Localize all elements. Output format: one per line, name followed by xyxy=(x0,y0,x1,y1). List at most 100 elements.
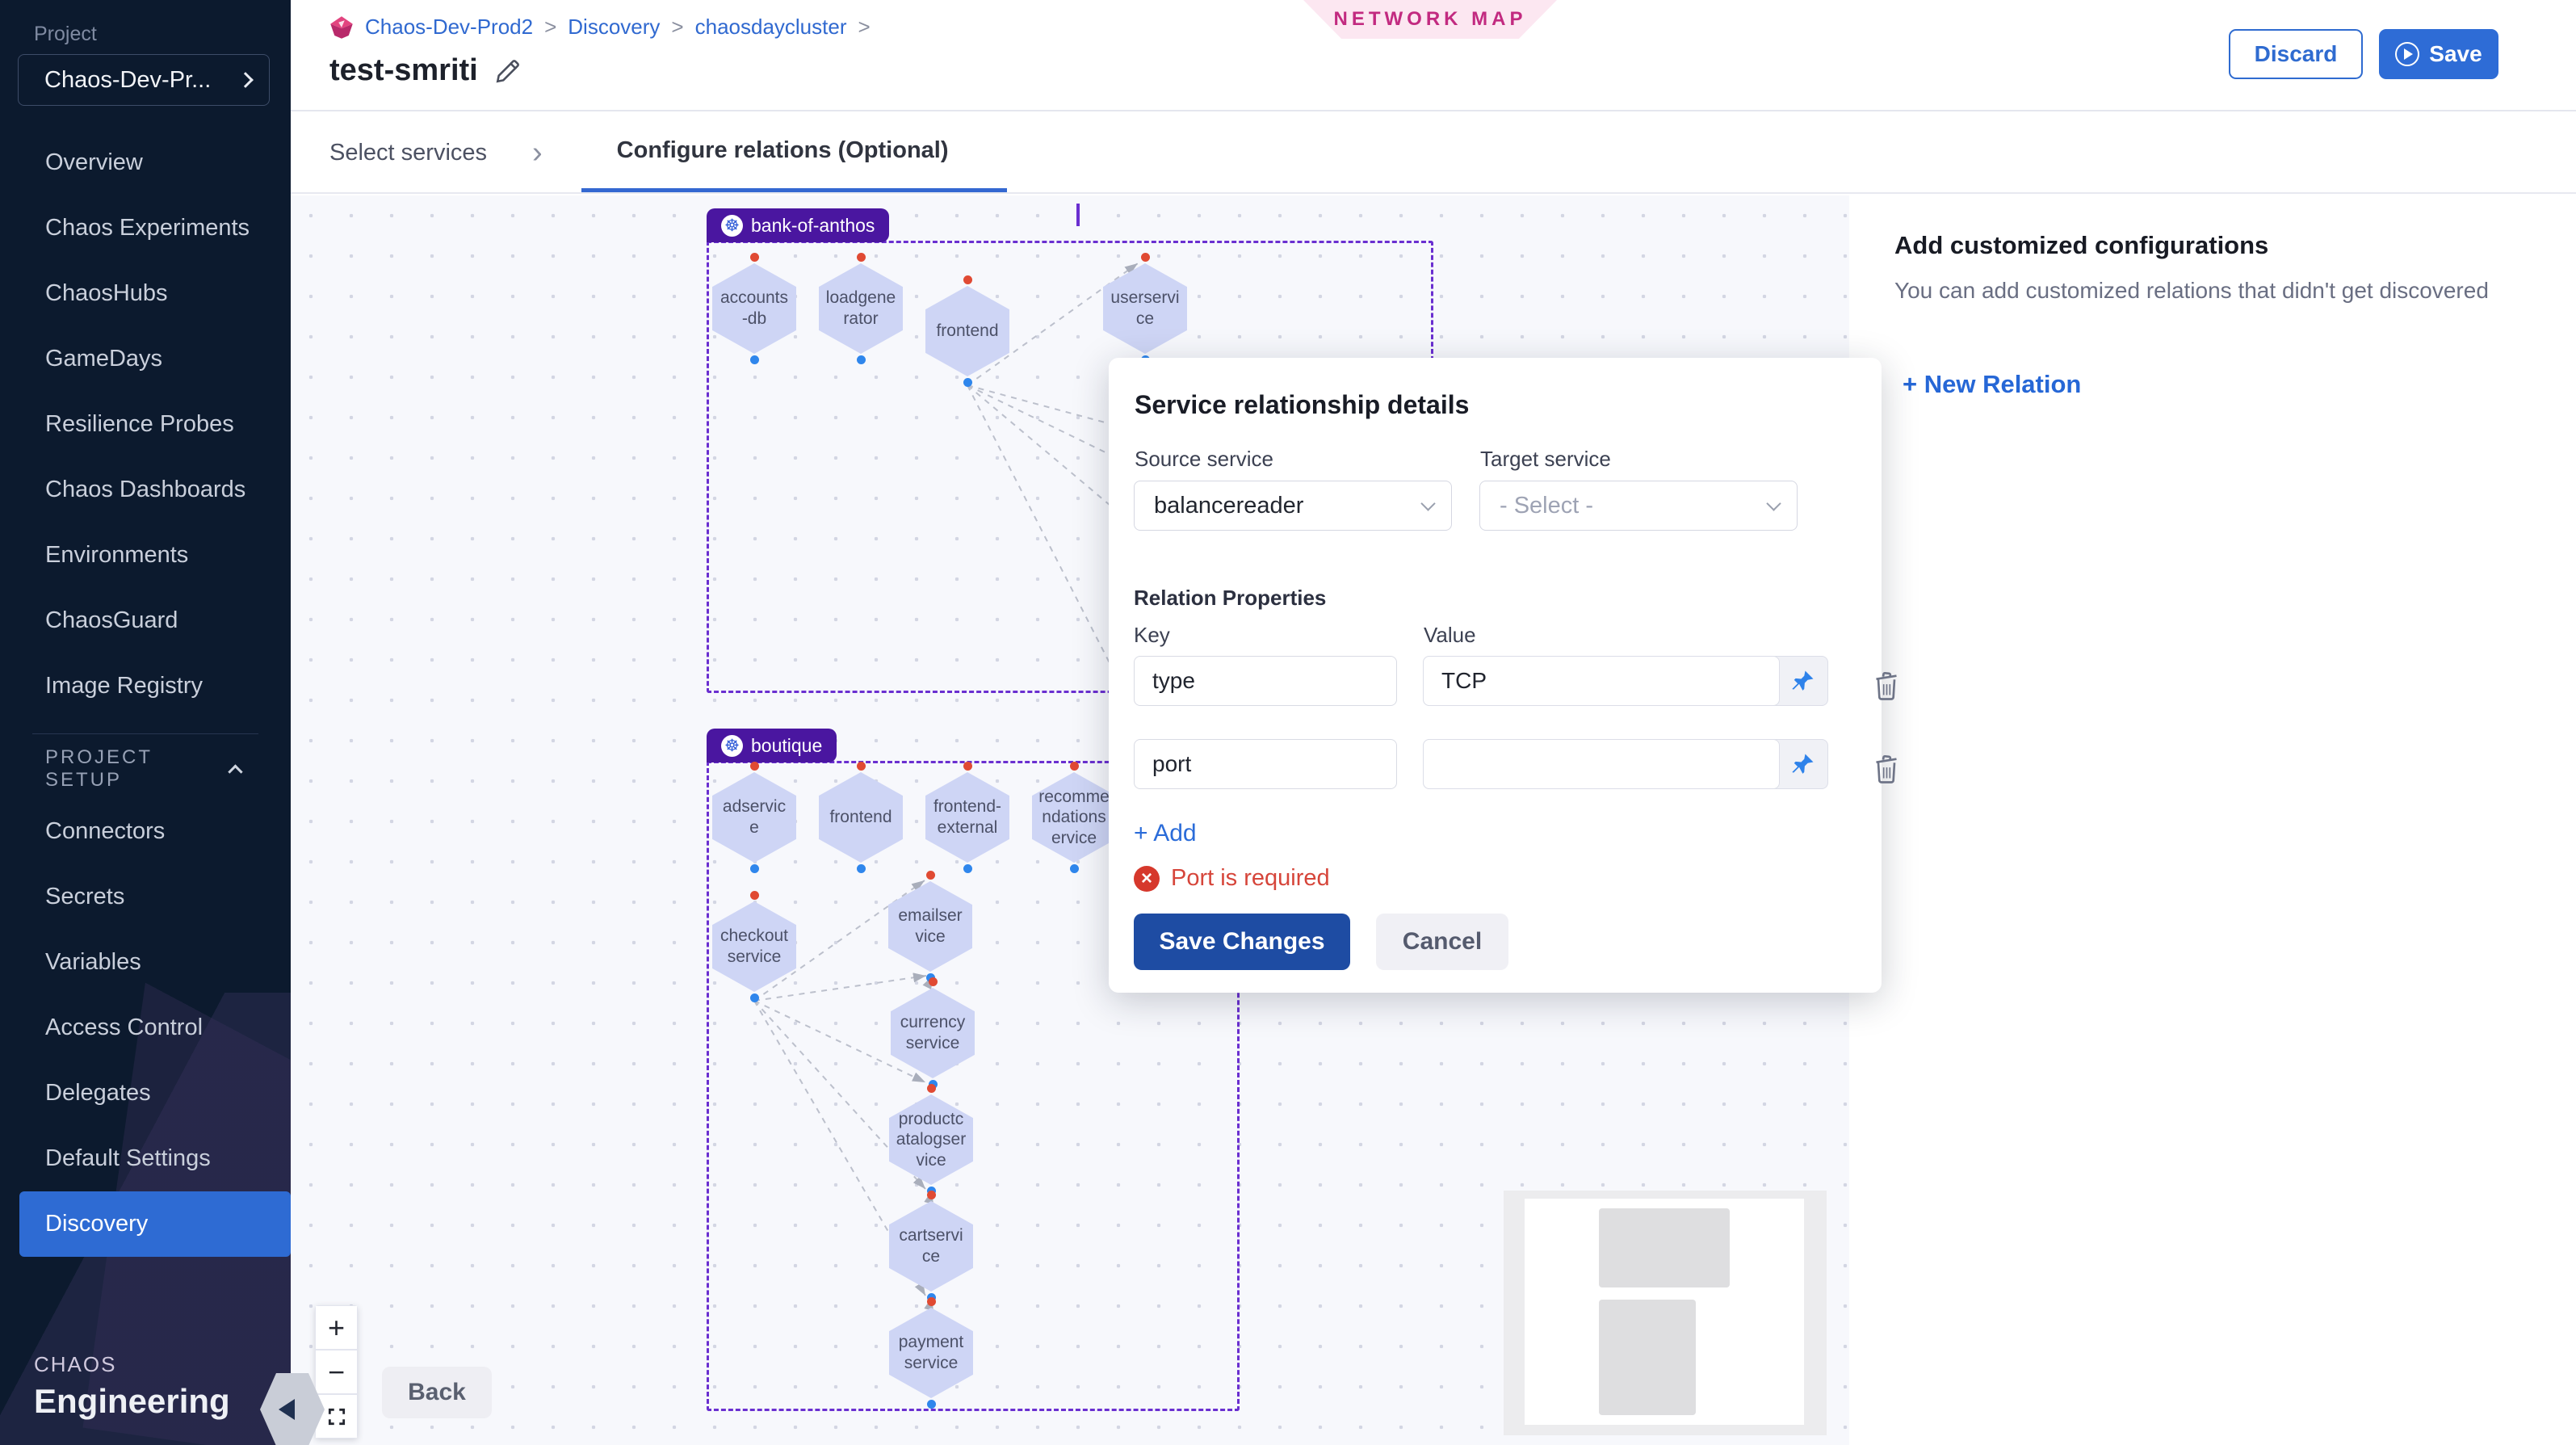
service-node-label: adservice xyxy=(719,796,790,838)
service-node-emailservice[interactable]: emailservice xyxy=(888,881,972,972)
sidebar-item-gamedays[interactable]: GameDays xyxy=(19,326,287,392)
cancel-button[interactable]: Cancel xyxy=(1376,914,1508,970)
sidebar: Project Chaos-Dev-Pr... Overview Chaos E… xyxy=(0,0,291,1445)
relation-value-input[interactable] xyxy=(1423,739,1780,789)
sidebar-item-image-registry[interactable]: Image Registry xyxy=(19,653,287,719)
key-column-label: Key xyxy=(1134,623,1170,648)
service-node-currencyservice[interactable]: currencyservice xyxy=(891,988,975,1078)
minimap-viewport xyxy=(1525,1199,1804,1425)
service-node-productcatalogservice[interactable]: productcatalogservice xyxy=(889,1094,973,1185)
canvas-artifact-tick xyxy=(1076,204,1080,226)
sidebar-item-variables[interactable]: Variables xyxy=(19,930,287,995)
service-node-userservice[interactable]: userservice xyxy=(1103,263,1187,354)
service-node-label: loadgenerator xyxy=(825,288,896,329)
project-selector[interactable]: Chaos-Dev-Pr... xyxy=(18,54,270,106)
breadcrumb-separator: > xyxy=(544,15,556,40)
service-node-accounts-db[interactable]: accounts-db xyxy=(712,263,796,354)
project-name: Chaos-Dev-Pr... xyxy=(44,67,211,94)
service-node-cartservice[interactable]: cartservice xyxy=(889,1201,973,1292)
service-node-loadgenerator[interactable]: loadgenerator xyxy=(819,263,903,354)
app-root: Project Chaos-Dev-Pr... Overview Chaos E… xyxy=(0,0,2576,1445)
egress-port-dot xyxy=(857,864,866,873)
service-node-label: currencyservice xyxy=(897,1012,968,1053)
service-node-recommendationservice[interactable]: recommendationservice xyxy=(1032,772,1116,863)
pin-icon[interactable] xyxy=(1779,740,1827,788)
wizard-tabbar: Select services › Configure relations (O… xyxy=(291,113,2576,194)
sidebar-item-secrets[interactable]: Secrets xyxy=(19,864,287,930)
source-service-select[interactable]: balancereader xyxy=(1134,481,1452,531)
target-service-label: Target service xyxy=(1480,447,1611,472)
relation-key-input[interactable] xyxy=(1134,739,1397,789)
save-button[interactable]: Save xyxy=(2379,29,2498,79)
service-node-label: productcatalogservice xyxy=(896,1109,967,1171)
service-node-paymentservice[interactable]: paymentservice xyxy=(889,1308,973,1398)
service-node-frontend-boutique[interactable]: frontend xyxy=(819,772,903,863)
breadcrumb-discovery[interactable]: Discovery xyxy=(568,15,660,40)
error-icon: × xyxy=(1134,866,1160,892)
pin-icon[interactable] xyxy=(1779,657,1827,704)
save-changes-button[interactable]: Save Changes xyxy=(1134,914,1350,970)
source-service-value: balancereader xyxy=(1154,493,1303,519)
kubernetes-icon: ☸ xyxy=(721,215,743,237)
relation-key-input[interactable] xyxy=(1134,656,1397,706)
zoom-in-button[interactable]: + xyxy=(315,1305,358,1350)
service-node-frontend[interactable]: frontend xyxy=(925,286,1009,376)
sidebar-item-chaoshubs[interactable]: ChaosHubs xyxy=(19,261,287,326)
sidebar-item-access-control[interactable]: Access Control xyxy=(19,995,287,1061)
service-node-adservice[interactable]: adservice xyxy=(712,772,796,863)
service-node-label: frontend xyxy=(825,807,896,828)
ingress-port-dot xyxy=(1141,253,1150,262)
relation-value-input[interactable] xyxy=(1423,656,1780,706)
sidebar-item-overview[interactable]: Overview xyxy=(19,130,287,195)
breadcrumb-project[interactable]: Chaos-Dev-Prod2 xyxy=(365,15,533,40)
service-node-label: frontend-external xyxy=(932,796,1003,838)
validation-error: × Port is required xyxy=(1134,865,1330,892)
modal-actions: Save Changes Cancel xyxy=(1134,914,1508,970)
source-service-label: Source service xyxy=(1135,447,1273,472)
service-node-label: userservice xyxy=(1110,288,1181,329)
service-node-checkoutservice[interactable]: checkoutservice xyxy=(712,901,796,992)
target-service-select[interactable]: - Select - xyxy=(1479,481,1798,531)
new-relation-button[interactable]: + New Relation xyxy=(1903,370,2081,399)
service-node-frontend-external[interactable]: frontend-external xyxy=(925,772,1009,863)
minimap[interactable] xyxy=(1504,1191,1827,1435)
ingress-port-dot xyxy=(857,762,866,771)
sidebar-item-discovery[interactable]: Discovery xyxy=(19,1191,291,1257)
service-node-label: frontend xyxy=(932,321,1003,342)
service-node-label: checkoutservice xyxy=(719,926,790,967)
breadcrumb-cluster[interactable]: chaosdaycluster xyxy=(695,15,847,40)
breadcrumb-separator: > xyxy=(671,15,683,40)
sidebar-item-connectors[interactable]: Connectors xyxy=(19,799,287,864)
back-button[interactable]: Back xyxy=(382,1367,492,1418)
sidebar-item-resilience-probes[interactable]: Resilience Probes xyxy=(19,392,287,457)
zoom-out-button[interactable]: − xyxy=(315,1350,358,1394)
panel-subtitle: You can add customized relations that di… xyxy=(1894,278,2557,304)
network-map-ribbon: NETWORK MAP xyxy=(1303,0,1557,39)
project-setup-label: PROJECT SETUP xyxy=(45,746,230,792)
tab-select-services[interactable]: Select services xyxy=(323,113,493,192)
edit-pencil-icon[interactable] xyxy=(494,57,522,85)
customized-configurations-panel: Add customized configurations You can ad… xyxy=(1849,195,2576,1445)
sidebar-item-environments[interactable]: Environments xyxy=(19,523,287,588)
project-setup-section[interactable]: PROJECT SETUP xyxy=(0,744,291,794)
sidebar-item-chaosguard[interactable]: ChaosGuard xyxy=(19,588,287,653)
ingress-port-dot xyxy=(927,1084,936,1093)
delete-property-row-icon[interactable] xyxy=(1870,750,1903,786)
delete-property-row-icon[interactable] xyxy=(1870,667,1903,703)
service-node-label: paymentservice xyxy=(896,1332,967,1373)
tab-configure-relations[interactable]: Configure relations (Optional) xyxy=(581,113,1007,192)
sidebar-item-chaos-experiments[interactable]: Chaos Experiments xyxy=(19,195,287,261)
sidebar-nav-main: Overview Chaos Experiments ChaosHubs Gam… xyxy=(0,130,291,719)
add-property-button[interactable]: + Add xyxy=(1134,820,1197,847)
fullscreen-icon xyxy=(326,1406,347,1427)
egress-port-dot xyxy=(963,378,972,387)
sidebar-nav-setup: Connectors Secrets Variables Access Cont… xyxy=(0,799,291,1257)
relation-value-group xyxy=(1423,656,1828,706)
page-title: test-smriti xyxy=(329,53,478,88)
sidebar-item-chaos-dashboards[interactable]: Chaos Dashboards xyxy=(19,457,287,523)
sidebar-item-delegates[interactable]: Delegates xyxy=(19,1061,287,1126)
discard-button[interactable]: Discard xyxy=(2229,29,2363,79)
relation-property-row xyxy=(1134,739,1856,789)
play-icon xyxy=(2395,42,2419,66)
sidebar-item-default-settings[interactable]: Default Settings xyxy=(19,1126,287,1191)
